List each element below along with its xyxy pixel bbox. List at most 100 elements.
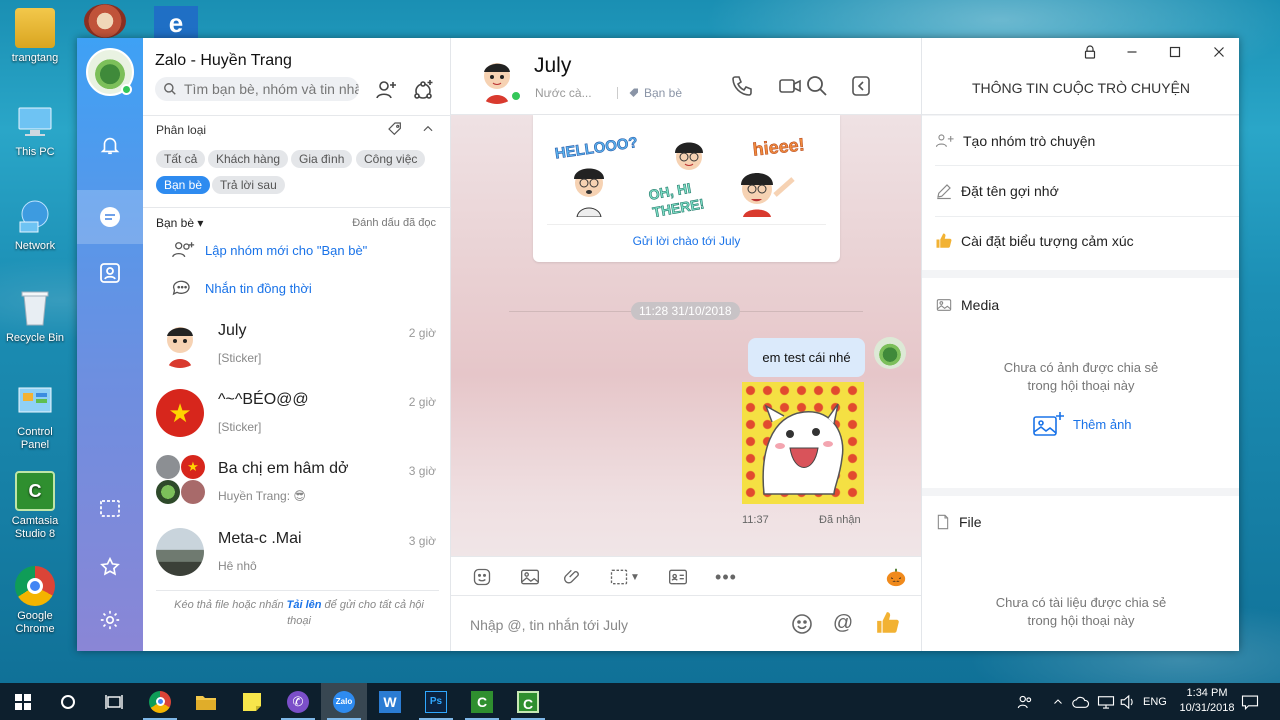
- people-icon[interactable]: [1016, 683, 1034, 720]
- cortana-button[interactable]: [45, 683, 91, 720]
- my-avatar: [874, 337, 906, 369]
- taskbar-app-viber[interactable]: ✆: [275, 683, 321, 720]
- divider: [935, 165, 1239, 166]
- minimize-icon[interactable]: [1122, 43, 1142, 61]
- volume-icon[interactable]: [1119, 683, 1137, 720]
- tag-settings-icon[interactable]: [387, 121, 403, 137]
- mention-icon[interactable]: @: [831, 612, 855, 636]
- outgoing-sticker-message[interactable]: [742, 382, 864, 504]
- chip-work[interactable]: Công việc: [356, 150, 426, 168]
- emoji-settings-row[interactable]: Cài đặt biểu tượng cảm xúc: [935, 230, 1134, 252]
- halloween-sticker-button[interactable]: [884, 566, 908, 588]
- language-indicator[interactable]: ENG: [1143, 683, 1167, 720]
- desktop-icon-this-pc[interactable]: This PC: [4, 102, 66, 159]
- image-icon: [936, 299, 952, 311]
- desktop-icon-camtasia[interactable]: C Camtasia Studio 8: [4, 471, 66, 541]
- search-input[interactable]: Tìm bạn bè, nhóm và tin nhắn: [155, 77, 359, 101]
- chip-friends[interactable]: Bạn bè: [156, 176, 211, 194]
- taskbar-app-file-explorer[interactable]: [183, 683, 229, 720]
- taskbar-app-zalo[interactable]: Zalo: [321, 683, 367, 720]
- close-icon[interactable]: [1209, 43, 1229, 61]
- screenshot-menu-button[interactable]: ▼: [605, 566, 643, 588]
- group-member-avatar: ★: [181, 455, 205, 479]
- search-messages-icon[interactable]: [805, 74, 829, 98]
- add-friend-icon[interactable]: [374, 78, 398, 102]
- sticker-hello[interactable]: HELLOOO?: [551, 131, 639, 217]
- sticker-hieee[interactable]: hieee!: [735, 131, 823, 217]
- toggle-info-panel-icon[interactable]: [849, 74, 873, 98]
- chip-customers[interactable]: Khách hàng: [208, 150, 289, 168]
- desktop-icon-recycle-bin[interactable]: Recycle Bin: [4, 288, 66, 345]
- create-group-for-friends-action[interactable]: Lập nhóm mới cho "Bạn bè": [171, 239, 367, 261]
- message-input[interactable]: Nhập @, tin nhắn tới July @: [451, 596, 921, 651]
- desktop-icon-user-folder[interactable]: trangtang: [4, 8, 66, 65]
- file-header[interactable]: File: [935, 511, 982, 533]
- taskbar-app-camtasia-recorder[interactable]: C: [505, 683, 551, 720]
- conversation-item-group[interactable]: ★ Ba chị em hâm dở Huyền Trang: 😎 3 giờ: [143, 450, 443, 518]
- collapse-chevron-icon[interactable]: [421, 122, 435, 136]
- chip-reply-later[interactable]: Trả lời sau: [212, 176, 285, 194]
- conversation-item-july[interactable]: July [Sticker] 2 giờ: [143, 312, 443, 380]
- media-header[interactable]: Media: [935, 294, 999, 316]
- cloud-tray-icon[interactable]: [1072, 683, 1090, 720]
- upload-hint: Kéo thả file hoặc nhấn Tải lên để gửi ch…: [174, 599, 424, 627]
- thumbs-up-icon[interactable]: [875, 610, 901, 636]
- taskbar-app-photoshop[interactable]: Ps: [413, 683, 459, 720]
- mark-all-read-link[interactable]: Đánh dấu đã đọc: [352, 217, 436, 229]
- set-nickname-row[interactable]: Đặt tên gợi nhớ: [935, 180, 1059, 202]
- send-contact-card-button[interactable]: [666, 566, 690, 588]
- network-tray-icon[interactable]: [1097, 683, 1115, 720]
- group-filter-dropdown[interactable]: Bạn bè ▾: [156, 216, 203, 230]
- chat-panel: July Nước cà... Bạn bè HELLOOO? OH, HI T…: [451, 38, 921, 651]
- sticker-oh-hi-there[interactable]: OH, HI THERE!: [645, 131, 733, 217]
- action-center-icon[interactable]: [1241, 683, 1259, 720]
- camtasia-icon: C: [15, 471, 55, 511]
- taskbar-app-sticky-notes[interactable]: [229, 683, 275, 720]
- viber-icon: ✆: [287, 690, 309, 713]
- send-greeting-link[interactable]: Gửi lời chào tới July: [533, 234, 840, 248]
- conversation-item-beo[interactable]: ★ ^~^BÉO@@ [Sticker] 2 giờ: [143, 381, 443, 449]
- gear-icon: [100, 610, 120, 630]
- chat-contact-name: July: [534, 54, 572, 77]
- add-photo-button[interactable]: Thêm ảnh: [1033, 411, 1132, 437]
- emoji-icon[interactable]: [790, 612, 814, 636]
- broadcast-message-action[interactable]: Nhắn tin đồng thời: [171, 277, 312, 299]
- system-clock[interactable]: 1:34 PM 10/31/2018: [1172, 686, 1242, 716]
- desktop-icon-network[interactable]: Network: [4, 196, 66, 253]
- show-hidden-icons-icon[interactable]: [1052, 683, 1064, 720]
- send-image-button[interactable]: [518, 566, 542, 588]
- task-view-button[interactable]: [91, 683, 137, 720]
- taskbar-app-camtasia[interactable]: C: [459, 683, 505, 720]
- edge-icon[interactable]: e: [154, 6, 198, 38]
- maximize-icon[interactable]: [1165, 43, 1185, 61]
- more-options-icon[interactable]: •••: [711, 566, 741, 588]
- messages-tab-button[interactable]: [77, 190, 143, 244]
- star-icon: [100, 556, 120, 576]
- phone-call-icon[interactable]: [730, 74, 754, 98]
- outgoing-message-text[interactable]: em test cái nhé: [748, 338, 865, 377]
- friend-tag[interactable]: Bạn bè: [617, 86, 682, 100]
- notification-button[interactable]: [77, 118, 143, 172]
- start-button[interactable]: [0, 683, 46, 720]
- chat-contact-status: Nước cà...: [535, 86, 592, 100]
- chip-family[interactable]: Gia đình: [291, 150, 353, 168]
- conversation-item-meta-mai[interactable]: Meta-c .Mai Hê nhô 3 giờ: [143, 520, 443, 588]
- taskbar-app-word[interactable]: W: [367, 683, 413, 720]
- attach-file-button[interactable]: [561, 566, 585, 588]
- chip-all[interactable]: Tất cả: [156, 150, 206, 168]
- upload-link[interactable]: Tải lên: [287, 599, 322, 611]
- desktop-icon-control-panel[interactable]: Control Panel: [4, 382, 66, 452]
- favorites-button[interactable]: [77, 540, 143, 594]
- lock-icon[interactable]: [1080, 43, 1100, 61]
- desktop-icon-google-chrome[interactable]: Google Chrome: [4, 566, 66, 636]
- contacts-tab-button[interactable]: [77, 246, 143, 300]
- create-group-row[interactable]: Tạo nhóm trò chuyện: [935, 130, 1095, 152]
- screenshot-button[interactable]: [77, 482, 143, 536]
- desktop-icon-partial-app[interactable]: [84, 4, 126, 38]
- app-title: Zalo - Huyền Trang: [155, 52, 292, 69]
- sticker-button[interactable]: [470, 566, 494, 588]
- settings-button[interactable]: [77, 593, 143, 647]
- video-call-icon[interactable]: [778, 74, 802, 98]
- create-group-icon[interactable]: [411, 78, 435, 102]
- taskbar-app-chrome[interactable]: [137, 683, 183, 720]
